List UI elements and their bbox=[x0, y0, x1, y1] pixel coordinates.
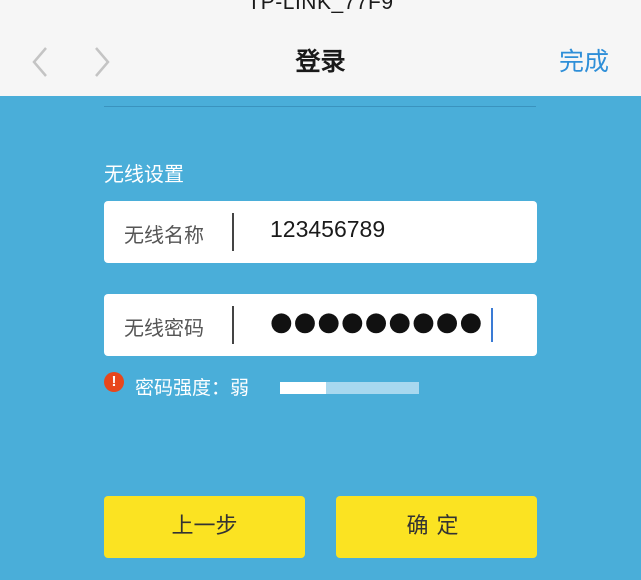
wireless-password-field[interactable]: 无线密码 ●●●●●●●●● bbox=[104, 294, 537, 356]
section-divider bbox=[104, 106, 536, 107]
wireless-name-label: 无线名称 bbox=[124, 223, 204, 247]
wireless-name-field[interactable]: 无线名称 123456789 bbox=[104, 201, 537, 263]
wireless-settings-heading: 无线设置 bbox=[104, 162, 184, 186]
password-strength-label: 密码强度：弱 bbox=[135, 377, 250, 399]
warning-icon: ! bbox=[104, 372, 124, 392]
confirm-button[interactable]: 确定 bbox=[336, 496, 537, 558]
page-title: 登录 bbox=[295, 47, 346, 76]
status-title: TP-LINK_77F9 bbox=[247, 0, 394, 14]
wireless-password-input[interactable]: ●●●●●●●●● bbox=[270, 307, 483, 337]
previous-step-button[interactable]: 上一步 bbox=[104, 496, 305, 558]
strength-bar-track bbox=[280, 382, 419, 394]
status-bar: TP-LINK_77F9 bbox=[0, 0, 641, 20]
field-separator bbox=[232, 213, 234, 251]
navigation-bar: 登录 完成 bbox=[0, 20, 641, 96]
strength-bar-fill bbox=[280, 382, 326, 394]
text-caret bbox=[491, 308, 493, 342]
field-separator bbox=[232, 306, 234, 344]
wireless-password-label: 无线密码 bbox=[124, 316, 204, 340]
wireless-name-input[interactable]: 123456789 bbox=[270, 216, 385, 243]
done-button[interactable]: 完成 bbox=[559, 42, 609, 78]
